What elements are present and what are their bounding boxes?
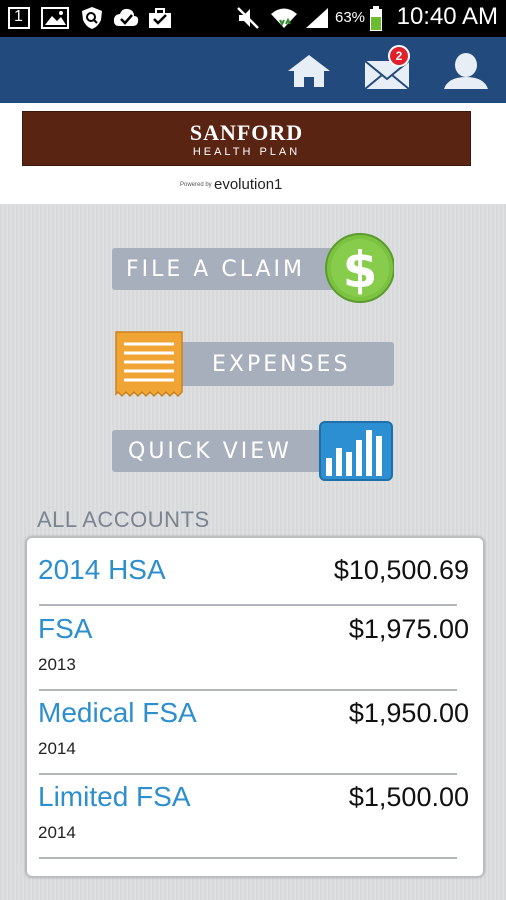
expenses-button[interactable]: EXPENSES bbox=[112, 328, 396, 400]
svg-text:$: $ bbox=[343, 241, 378, 299]
check-icon bbox=[112, 6, 140, 30]
signal-icon bbox=[304, 6, 330, 30]
shield-icon bbox=[80, 6, 104, 30]
main-content: FILE A CLAIM $ EXPENSES QUICK VIEW ALL A… bbox=[0, 204, 506, 900]
account-amount: $1,950.00 bbox=[348, 698, 469, 728]
home-button[interactable] bbox=[284, 49, 334, 93]
battery-percent: 63% bbox=[335, 9, 366, 26]
account-amount: $1,975.00 bbox=[348, 614, 469, 644]
account-name: FSA bbox=[38, 613, 93, 644]
logo-sub-text: HEALTH PLAN bbox=[192, 146, 301, 158]
messages-button[interactable]: 2 bbox=[362, 45, 412, 93]
account-name: 2014 HSA bbox=[38, 554, 166, 585]
file-claim-label: FILE A CLAIM bbox=[126, 257, 305, 282]
file-claim-button[interactable]: FILE A CLAIM $ bbox=[112, 228, 396, 308]
bar-chart-icon bbox=[319, 421, 393, 481]
evolution-logo: evolution1 bbox=[214, 176, 283, 193]
image-icon bbox=[40, 6, 70, 30]
profile-button[interactable] bbox=[440, 49, 490, 93]
profile-icon bbox=[444, 53, 488, 89]
mail-badge: 2 bbox=[388, 45, 410, 67]
notification-count-icon: 1 bbox=[8, 6, 30, 30]
account-name: Medical FSA bbox=[38, 697, 197, 728]
row-divider bbox=[39, 857, 457, 859]
notification-count: 1 bbox=[14, 8, 23, 25]
account-row[interactable]: FSA 2013 $1,975.00 bbox=[27, 606, 483, 691]
account-year: 2013 bbox=[38, 655, 76, 674]
quick-view-button[interactable]: QUICK VIEW bbox=[112, 418, 396, 484]
app-header: 2 bbox=[0, 37, 506, 103]
home-icon bbox=[288, 55, 330, 87]
briefcase-icon bbox=[148, 6, 172, 30]
dollar-icon: $ bbox=[325, 233, 394, 303]
account-amount: $1,500.00 bbox=[348, 782, 469, 812]
account-year: 2014 bbox=[38, 739, 76, 758]
accounts-card: 2014 HSA $10,500.69 FSA 2013 $1,975.00 M… bbox=[26, 537, 484, 877]
wifi-icon bbox=[270, 6, 298, 30]
receipt-icon bbox=[115, 331, 183, 398]
quick-view-label: QUICK VIEW bbox=[128, 439, 292, 464]
account-name: Limited FSA bbox=[38, 781, 191, 812]
account-row[interactable]: Medical FSA 2014 $1,950.00 bbox=[27, 690, 483, 775]
sanford-logo: SANFORD HEALTH PLAN bbox=[22, 111, 471, 166]
all-accounts-heading: ALL ACCOUNTS bbox=[37, 507, 210, 532]
logo-main-text: SANFORD bbox=[189, 120, 304, 145]
expenses-label: EXPENSES bbox=[212, 352, 351, 377]
powered-by-text: Powered by bbox=[180, 182, 212, 188]
logo-band: SANFORD HEALTH PLAN Powered by evolution… bbox=[0, 103, 506, 204]
clock: 10:40 AM bbox=[396, 3, 498, 30]
account-year: 2014 bbox=[38, 823, 76, 842]
account-row[interactable]: Limited FSA 2014 $1,500.00 bbox=[27, 774, 483, 859]
status-bar: 1 63% 10:40 AM bbox=[0, 0, 506, 37]
account-amount: $10,500.69 bbox=[333, 555, 469, 585]
mute-icon bbox=[236, 6, 260, 30]
battery-icon bbox=[369, 6, 383, 31]
